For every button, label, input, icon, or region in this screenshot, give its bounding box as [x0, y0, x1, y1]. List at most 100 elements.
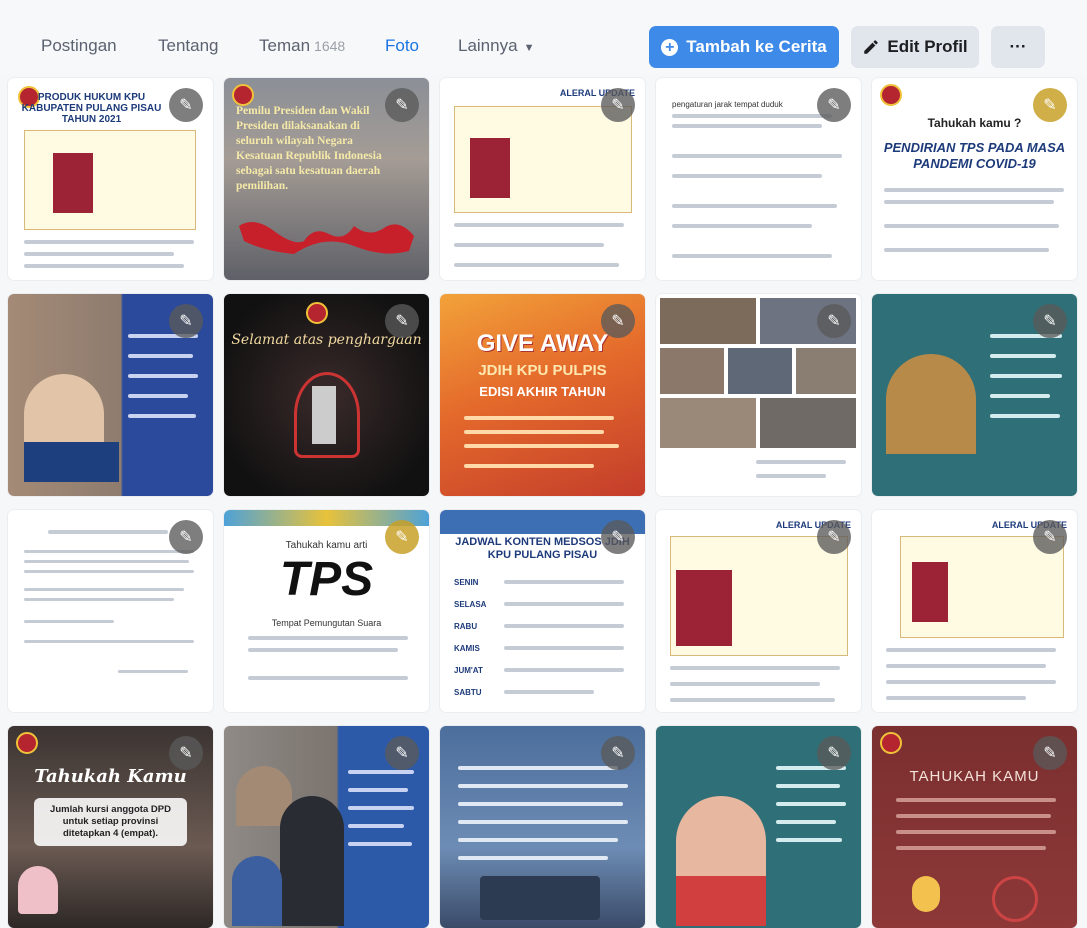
photo-tile[interactable]: ✎ [8, 510, 213, 712]
pencil-icon: ✎ [611, 745, 625, 762]
tab-postingan[interactable]: Postingan [41, 36, 117, 56]
photo-tile[interactable]: ✎ [224, 726, 429, 928]
text-line [458, 766, 618, 770]
photo-tile[interactable]: ALERAL UPDATE ✎ [656, 510, 861, 712]
edit-photo-button[interactable]: ✎ [1033, 304, 1067, 338]
edit-photo-button[interactable]: ✎ [601, 520, 635, 554]
edit-photo-button[interactable]: ✎ [385, 304, 419, 338]
edit-photo-button[interactable]: ✎ [385, 736, 419, 770]
text-line [776, 820, 836, 824]
text-line [458, 838, 618, 842]
text-line [886, 648, 1056, 652]
edit-profile-label: Edit Profil [887, 37, 968, 56]
photo-strip [480, 876, 600, 920]
edit-photo-button[interactable]: ✎ [1033, 88, 1067, 122]
edit-photo-button[interactable]: ✎ [169, 520, 203, 554]
doc-highlight [53, 153, 93, 213]
edit-photo-button[interactable]: ✎ [1033, 736, 1067, 770]
photo-caption: PRODUK HUKUM KPU KABUPATEN PULANG PISAU … [21, 92, 162, 125]
pencil-icon: ✎ [827, 745, 841, 762]
photo-tile[interactable]: ✎ [656, 726, 861, 928]
stop-sign-image [992, 876, 1038, 922]
text-line [670, 666, 840, 670]
photo-caption: Pemilu Presiden dan Wakil Presiden dilak… [236, 105, 382, 192]
text-line [24, 620, 114, 623]
photo-tile[interactable]: ALERAL UPDATE ✎ [440, 78, 645, 280]
photo-tile[interactable]: Tahukah kamu arti TPS Tempat Pemungutan … [224, 510, 429, 712]
tab-teman[interactable]: Teman 1648 [259, 36, 345, 56]
more-options-button[interactable]: ··· [991, 26, 1045, 68]
edit-photo-button[interactable]: ✎ [817, 88, 851, 122]
photo-tile[interactable]: pengaturan jarak tempat duduk ✎ [656, 78, 861, 280]
tab-foto[interactable]: Foto [385, 36, 419, 56]
photo-tile[interactable]: JADWAL KONTEN MEDSOS JDIH KPU PULANG PIS… [440, 510, 645, 712]
edit-photo-button[interactable]: ✎ [385, 88, 419, 122]
doc-highlight [676, 570, 732, 646]
photo-tile[interactable]: Selamat atas penghargaan ✎ [224, 294, 429, 496]
photo-tile[interactable]: ✎ [872, 294, 1077, 496]
pencil-icon: ✎ [611, 97, 625, 114]
profile-tab-bar: Postingan Tentang Teman 1648 Foto Lainnya… [0, 0, 1087, 74]
edit-photo-button[interactable]: ✎ [169, 304, 203, 338]
edit-photo-button[interactable]: ✎ [169, 736, 203, 770]
tab-teman-label: Teman [259, 36, 311, 55]
doc-highlight [912, 562, 948, 622]
giveaway-edition: EDISI AKHIR TAHUN [479, 384, 606, 399]
pencil-icon: ✎ [827, 313, 841, 330]
photo-tile[interactable]: ✎ [440, 726, 645, 928]
text-line [504, 580, 624, 584]
text-line [884, 248, 1049, 252]
edit-photo-button[interactable]: ✎ [817, 520, 851, 554]
edit-photo-button[interactable]: ✎ [817, 736, 851, 770]
text-line [248, 636, 408, 640]
pencil-icon [864, 40, 879, 54]
photo-tile[interactable]: Tahukah kamu ? PENDIRIAN TPS PADA MASA P… [872, 78, 1077, 280]
text-line [672, 204, 837, 208]
pencil-icon: ✎ [395, 745, 409, 762]
photo-tile[interactable]: Tahukah Kamu Jumlah kursi anggota DPD un… [8, 726, 213, 928]
photo-tile[interactable]: GIVE AWAY JDIH KPU PULPIS EDISI AKHIR TA… [440, 294, 645, 496]
pencil-icon: ✎ [1043, 529, 1057, 546]
kpu-logo [232, 84, 254, 106]
edit-photo-button[interactable]: ✎ [601, 88, 635, 122]
text-line [896, 798, 1056, 802]
text-line [24, 252, 174, 256]
pencil-icon: ✎ [395, 313, 409, 330]
text-line [348, 770, 414, 774]
tab-lainnya[interactable]: Lainnya ▼ [458, 36, 534, 56]
edit-photo-button[interactable]: ✎ [817, 304, 851, 338]
giveaway-subtitle: JDIH KPU PULPIS [478, 362, 607, 379]
edit-profile-button[interactable]: Edit Profil [851, 26, 979, 68]
text-line [886, 680, 1056, 684]
photo-tile[interactable]: Pemilu Presiden dan Wakil Presiden dilak… [224, 78, 429, 280]
photo-tile[interactable]: ✎ [8, 294, 213, 496]
text-line [454, 243, 604, 247]
edit-photo-button[interactable]: ✎ [169, 88, 203, 122]
trophy-image [312, 386, 336, 444]
photo-tile[interactable]: ALERAL UPDATE ✎ [872, 510, 1077, 712]
person-photo [280, 796, 344, 926]
photo-tile[interactable]: PRODUK HUKUM KPU KABUPATEN PULANG PISAU … [8, 78, 213, 280]
text-line [884, 224, 1059, 228]
text-line [896, 814, 1051, 818]
text-line [776, 838, 842, 842]
photo-caption: TAHUKAH KAMU [909, 768, 1040, 785]
pencil-icon: ✎ [1043, 313, 1057, 330]
tab-tentang[interactable]: Tentang [158, 36, 219, 56]
edit-photo-button[interactable]: ✎ [1033, 520, 1067, 554]
add-to-story-button[interactable]: + Tambah ke Cerita [649, 26, 839, 68]
edit-photo-button[interactable]: ✎ [601, 304, 635, 338]
pencil-icon: ✎ [827, 97, 841, 114]
text-line [458, 784, 628, 788]
pencil-icon: ✎ [611, 313, 625, 330]
more-icon: ··· [1009, 37, 1027, 56]
photo-tile[interactable]: TAHUKAH KAMU ✎ [872, 726, 1077, 928]
person-photo [886, 354, 976, 454]
pencil-icon: ✎ [179, 745, 193, 762]
pencil-icon: ✎ [179, 97, 193, 114]
photo-tile[interactable]: ✎ [656, 294, 861, 496]
edit-photo-button[interactable]: ✎ [385, 520, 419, 554]
kpu-logo [880, 732, 902, 754]
photo-caption: Jumlah kursi anggota DPD untuk setiap pr… [34, 798, 187, 846]
edit-photo-button[interactable]: ✎ [601, 736, 635, 770]
